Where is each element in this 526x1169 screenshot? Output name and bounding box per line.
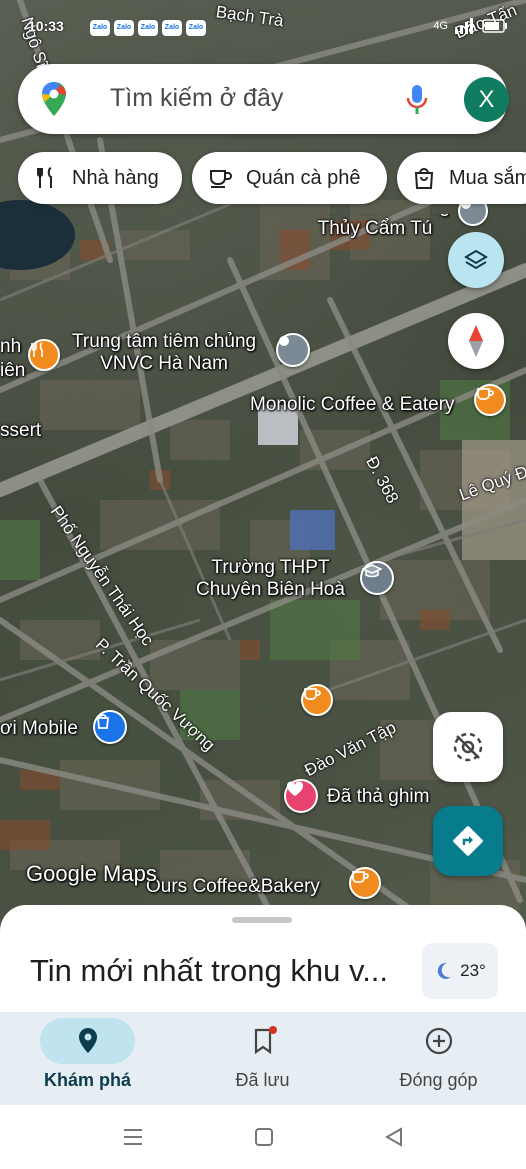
tab-explore[interactable]: Khám phá [0, 1012, 175, 1105]
search-input[interactable]: Tìm kiếm ở đây [110, 84, 283, 113]
zalo-notification-icon: Zalo [162, 20, 182, 36]
coffee-cup-icon [477, 388, 494, 400]
fork-knife-icon [31, 342, 43, 357]
recent-apps-icon[interactable] [122, 1127, 144, 1147]
tab-contribute[interactable]: Đóng góp [351, 1012, 526, 1105]
coffee-cup-icon [208, 166, 232, 190]
tab-saved[interactable]: Đã lưu [175, 1012, 350, 1105]
tab-label: Đã lưu [235, 1070, 290, 1090]
place-vnvc[interactable]: Trung tâm tiêm chủng VNVC Hà Nam [72, 331, 256, 375]
layers-icon [464, 249, 488, 270]
status-bar: 10:33 Zalo Zalo Zalo Zalo Zalo 4G [0, 0, 526, 44]
network-type: 4G [433, 20, 448, 32]
zalo-notification-icon: Zalo [90, 20, 110, 36]
microphone-icon[interactable] [404, 83, 430, 117]
search-bar[interactable]: Tìm kiếm ở đây X [18, 64, 509, 134]
chip-label: Mua sắm [449, 166, 526, 189]
layers-button[interactable] [448, 232, 504, 288]
directions-button[interactable] [433, 806, 503, 876]
account-avatar[interactable]: X [464, 77, 509, 122]
location-pin-icon [78, 1028, 97, 1053]
battery-icon [482, 19, 507, 33]
restaurant-marker[interactable] [28, 339, 60, 371]
chip-shopping[interactable]: Mua sắm [397, 152, 526, 204]
back-icon[interactable] [384, 1127, 404, 1147]
place-left-ien: iên [0, 360, 26, 381]
bookmark-icon [254, 1026, 277, 1055]
home-icon[interactable] [254, 1127, 274, 1147]
shopping-marker[interactable] [93, 710, 127, 744]
place-truong-thpt[interactable]: Trường THPT Chuyên Biên Hoà [196, 557, 345, 601]
place-dot-icon [279, 336, 289, 346]
place-ours-coffee[interactable]: Ours Coffee&Bakery [146, 876, 320, 898]
place-monolic[interactable]: Monolic Coffee & Eatery [250, 394, 455, 416]
temperature: 23° [460, 961, 486, 980]
monolic-marker[interactable] [474, 384, 506, 416]
moon-icon [437, 962, 452, 979]
zalo-notification-icon: Zalo [114, 20, 134, 36]
place-left-nh: nh [0, 336, 22, 357]
tab-label: Khám phá [43, 1070, 131, 1090]
place-dropped-pin[interactable]: Đã thả ghim [327, 786, 429, 808]
coffee-cup-icon [304, 688, 321, 700]
directions-icon [453, 826, 483, 856]
school-marker[interactable] [360, 561, 394, 595]
coffee-cup-icon [352, 871, 369, 883]
graduation-cap-icon [362, 564, 382, 578]
bottom-sheet[interactable]: Tin mới nhất trong khu v... 23° [0, 905, 526, 1015]
notification-icons: Zalo Zalo Zalo Zalo Zalo [90, 20, 206, 36]
weather-chip[interactable]: 23° [422, 943, 498, 999]
system-navigation-bar [0, 1105, 526, 1169]
place-left-essert: ssert [0, 420, 42, 441]
fork-knife-icon [34, 166, 58, 190]
place-mobile[interactable]: ơi Mobile [0, 718, 78, 740]
shopping-bag-icon [97, 714, 109, 729]
dropped-pin-marker[interactable] [284, 779, 318, 813]
signal-icon [455, 18, 473, 34]
ours-coffee-marker[interactable] [349, 867, 381, 899]
location-off-icon [453, 732, 483, 762]
my-location-button[interactable] [433, 712, 503, 782]
sheet-headline[interactable]: Tin mới nhất trong khu v... [30, 953, 388, 989]
chip-cafes[interactable]: Quán cà phê [192, 152, 387, 204]
cafe-marker[interactable] [301, 684, 333, 716]
map-canvas[interactable]: Bạch Trà Đào Tấn Ngô Sĩ Liên Đ. 368 Lê Q… [0, 0, 526, 930]
chip-label: Nhà hàng [72, 166, 159, 189]
map-roads [0, 0, 526, 930]
compass-icon [469, 325, 483, 357]
chip-restaurants[interactable]: Nhà hàng [18, 152, 182, 204]
google-maps-logo-icon [42, 82, 66, 116]
tab-label: Đóng góp [399, 1070, 478, 1090]
chip-label: Quán cà phê [246, 166, 361, 189]
status-time: 10:33 [28, 18, 64, 34]
add-circle-icon [425, 1027, 452, 1055]
heart-icon [286, 781, 304, 796]
vnvc-marker[interactable] [276, 333, 310, 367]
shopping-bag-icon [413, 166, 435, 190]
zalo-notification-icon: Zalo [138, 20, 158, 36]
zalo-notification-icon: Zalo [186, 20, 206, 36]
status-right: 4G [433, 18, 508, 34]
sheet-drag-handle[interactable] [232, 917, 292, 923]
bottom-navigation: Khám phá Đã lưu Đóng góp [0, 1012, 526, 1105]
google-maps-watermark: Google Maps [26, 861, 157, 886]
compass-button[interactable] [448, 313, 504, 369]
